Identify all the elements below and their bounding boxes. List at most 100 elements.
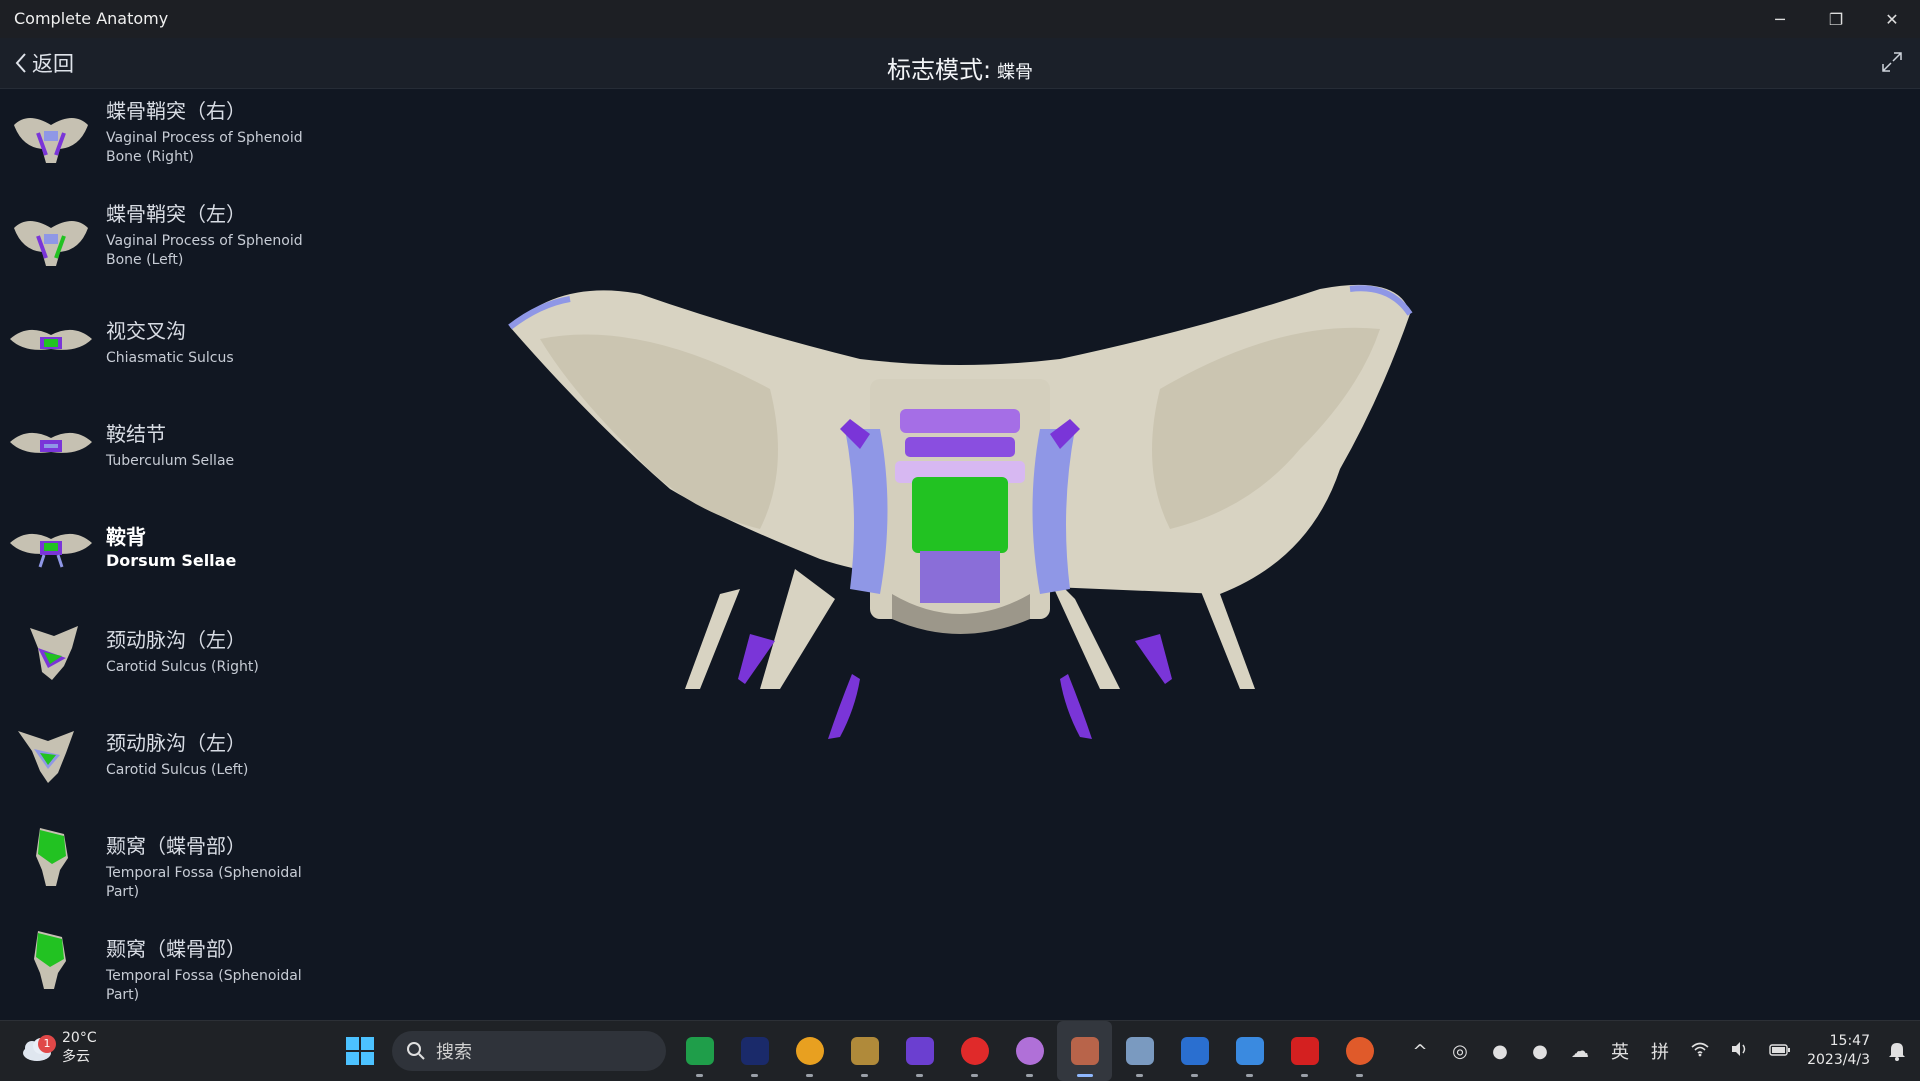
- taskbar-search[interactable]: 搜索: [392, 1031, 666, 1071]
- item-name-cn: 蝶骨鞘突（左）: [106, 202, 246, 226]
- weather-temp: 20°C: [62, 1030, 97, 1046]
- taskbar-app[interactable]: [672, 1021, 727, 1081]
- system-clock[interactable]: 15:47 2023/4/3: [1807, 1032, 1870, 1070]
- taskbar-app[interactable]: [1167, 1021, 1222, 1081]
- list-item[interactable]: 蝶骨鞘突（左） Vaginal Process of Sphenoid Bone…: [0, 192, 340, 295]
- fullscreen-icon[interactable]: [1880, 50, 1904, 78]
- qq-tray-icon[interactable]: ●: [1520, 1041, 1560, 1062]
- item-name-en: Temporal Fossa (Sphenoidal Part): [106, 865, 302, 900]
- taskbar-app[interactable]: [782, 1021, 837, 1081]
- g-app-icon: [795, 1037, 824, 1065]
- battery-icon[interactable]: [1760, 1041, 1800, 1062]
- taskbar-app[interactable]: [1057, 1021, 1112, 1081]
- taskbar-app[interactable]: [947, 1021, 1002, 1081]
- taskbar-app[interactable]: [1222, 1021, 1277, 1081]
- 3d-model-viewer[interactable]: [340, 89, 1920, 1019]
- item-name-en: Carotid Sulcus (Left): [106, 762, 249, 778]
- list-item[interactable]: 蝶骨鞘突（右） Vaginal Process of Sphenoid Bone…: [0, 89, 340, 192]
- item-name-cn: 颞窝（蝶骨部）: [106, 937, 246, 961]
- item-name-cn: 视交叉沟: [106, 319, 186, 343]
- item-name-cn: 鞍背: [106, 525, 146, 549]
- item-name-en: Tuberculum Sellae: [106, 453, 235, 469]
- clock-date: 2023/4/3: [1807, 1052, 1870, 1068]
- close-button[interactable]: ✕: [1864, 0, 1920, 38]
- orb-app-icon: [1015, 1037, 1044, 1065]
- league-app-icon: [850, 1037, 879, 1065]
- taskbar-app[interactable]: [837, 1021, 892, 1081]
- windows-logo-icon: [346, 1037, 374, 1065]
- game-app-icon: [740, 1037, 769, 1065]
- clock-time: 15:47: [1829, 1033, 1870, 1049]
- taskbar: 1 20°C 多云 搜索 ^ ◎ ● ● ☁ 英 拼 15:47 2023/4/…: [0, 1020, 1920, 1081]
- acrobat-app-icon: [1290, 1037, 1319, 1065]
- monitor-app-icon: [1180, 1037, 1209, 1065]
- cat-tray-icon[interactable]: ●: [1480, 1041, 1520, 1062]
- item-name-cn: 鞍结节: [106, 422, 166, 446]
- weather-text: 20°C 多云: [62, 1029, 97, 1067]
- start-button[interactable]: [346, 1037, 374, 1069]
- weather-widget[interactable]: 1 20°C 多云: [20, 1029, 97, 1067]
- item-name-cn: 颞窝（蝶骨部）: [106, 834, 246, 858]
- item-name-cn: 蝶骨鞘突（右）: [106, 99, 246, 123]
- restore-button[interactable]: ❐: [1808, 0, 1864, 38]
- mode-title-label: 标志模式:: [886, 56, 992, 84]
- ime-language[interactable]: 英: [1600, 1038, 1640, 1064]
- item-name-en: Carotid Sulcus (Right): [106, 659, 259, 675]
- onedrive-cloud-icon[interactable]: ☁: [1560, 1041, 1600, 1062]
- search-icon: [407, 1042, 425, 1060]
- item-name-en: Temporal Fossa (Sphenoidal Part): [106, 968, 302, 1003]
- ime-mode[interactable]: 拼: [1640, 1038, 1680, 1064]
- window-controls: ─ ❐ ✕: [1752, 0, 1920, 38]
- list-item[interactable]: 鞍背 Dorsum Sellae: [0, 501, 340, 604]
- taskbar-app[interactable]: [1277, 1021, 1332, 1081]
- bone-thumbnail-icon: [10, 533, 92, 568]
- netease-music-app-icon: [960, 1037, 989, 1065]
- bone-thumbnail-icon: [30, 626, 78, 680]
- camera-tray-icon[interactable]: ◎: [1440, 1041, 1480, 1062]
- volume-icon[interactable]: [1720, 1041, 1760, 1062]
- bone-thumbnail-icon: [36, 828, 68, 886]
- bone-thumbnail-icon: [18, 731, 74, 783]
- crystal-app-icon: [905, 1037, 934, 1065]
- search-placeholder: 搜索: [436, 1042, 472, 1063]
- minimize-button[interactable]: ─: [1752, 0, 1808, 38]
- list-item[interactable]: 视交叉沟 Chiasmatic Sulcus: [0, 295, 340, 398]
- notification-bell-icon[interactable]: [1888, 1041, 1906, 1065]
- page-title: 标志模式: 蝶骨: [0, 50, 1920, 85]
- item-name-en: Vaginal Process of Sphenoid Bone (Right): [106, 130, 303, 165]
- mode-subject: 蝶骨: [997, 62, 1034, 83]
- tray-overflow-chevron-icon[interactable]: ^: [1400, 1041, 1440, 1062]
- taskbar-app[interactable]: [1002, 1021, 1057, 1081]
- list-item[interactable]: 颈动脉沟（左） Carotid Sulcus (Left): [0, 707, 340, 810]
- taskbar-app[interactable]: [1112, 1021, 1167, 1081]
- taskbar-app[interactable]: [727, 1021, 782, 1081]
- item-name-en: Chiasmatic Sulcus: [106, 350, 234, 366]
- notification-badge: 1: [38, 1035, 56, 1053]
- item-name-cn: 颈动脉沟（左）: [106, 628, 246, 652]
- list-item[interactable]: 颞窝（蝶骨部） Temporal Fossa (Sphenoidal Part): [0, 913, 340, 1016]
- sphenoid-bone-model[interactable]: [340, 89, 1920, 1019]
- bone-thumbnail-icon: [14, 118, 88, 163]
- landmark-list: 蝶骨鞘突（右） Vaginal Process of Sphenoid Bone…: [0, 89, 340, 1019]
- pinwheel-app-icon: [1345, 1037, 1374, 1065]
- spreadsheet-app-icon: [685, 1037, 714, 1065]
- bone-thumbnail-icon: [10, 432, 92, 453]
- system-tray: ^ ◎ ● ● ☁ 英 拼: [1400, 1021, 1800, 1081]
- item-name-en: Vaginal Process of Sphenoid Bone (Left): [106, 233, 303, 268]
- app-title: Complete Anatomy: [14, 9, 169, 28]
- taskbar-app[interactable]: [892, 1021, 947, 1081]
- taskbar-apps: [672, 1021, 1387, 1081]
- item-name-en: Dorsum Sellae: [106, 551, 237, 570]
- list-item[interactable]: 颞窝（蝶骨部） Temporal Fossa (Sphenoidal Part): [0, 810, 340, 913]
- editor-app-icon: [1235, 1037, 1264, 1065]
- complete-anatomy-app-icon: [1070, 1037, 1099, 1065]
- bone-thumbnail-icon: [10, 329, 92, 350]
- bone-thumbnail-icon: [14, 221, 88, 266]
- bone-thumbnail-icon: [34, 931, 66, 989]
- list-item[interactable]: 颈动脉沟（左） Carotid Sulcus (Right): [0, 604, 340, 707]
- taskbar-app[interactable]: [1332, 1021, 1387, 1081]
- list-item[interactable]: 鞍结节 Tuberculum Sellae: [0, 398, 340, 501]
- window-titlebar: Complete Anatomy ─ ❐ ✕: [0, 0, 1920, 38]
- robot-app-icon: [1125, 1037, 1154, 1065]
- wifi-icon[interactable]: [1680, 1041, 1720, 1062]
